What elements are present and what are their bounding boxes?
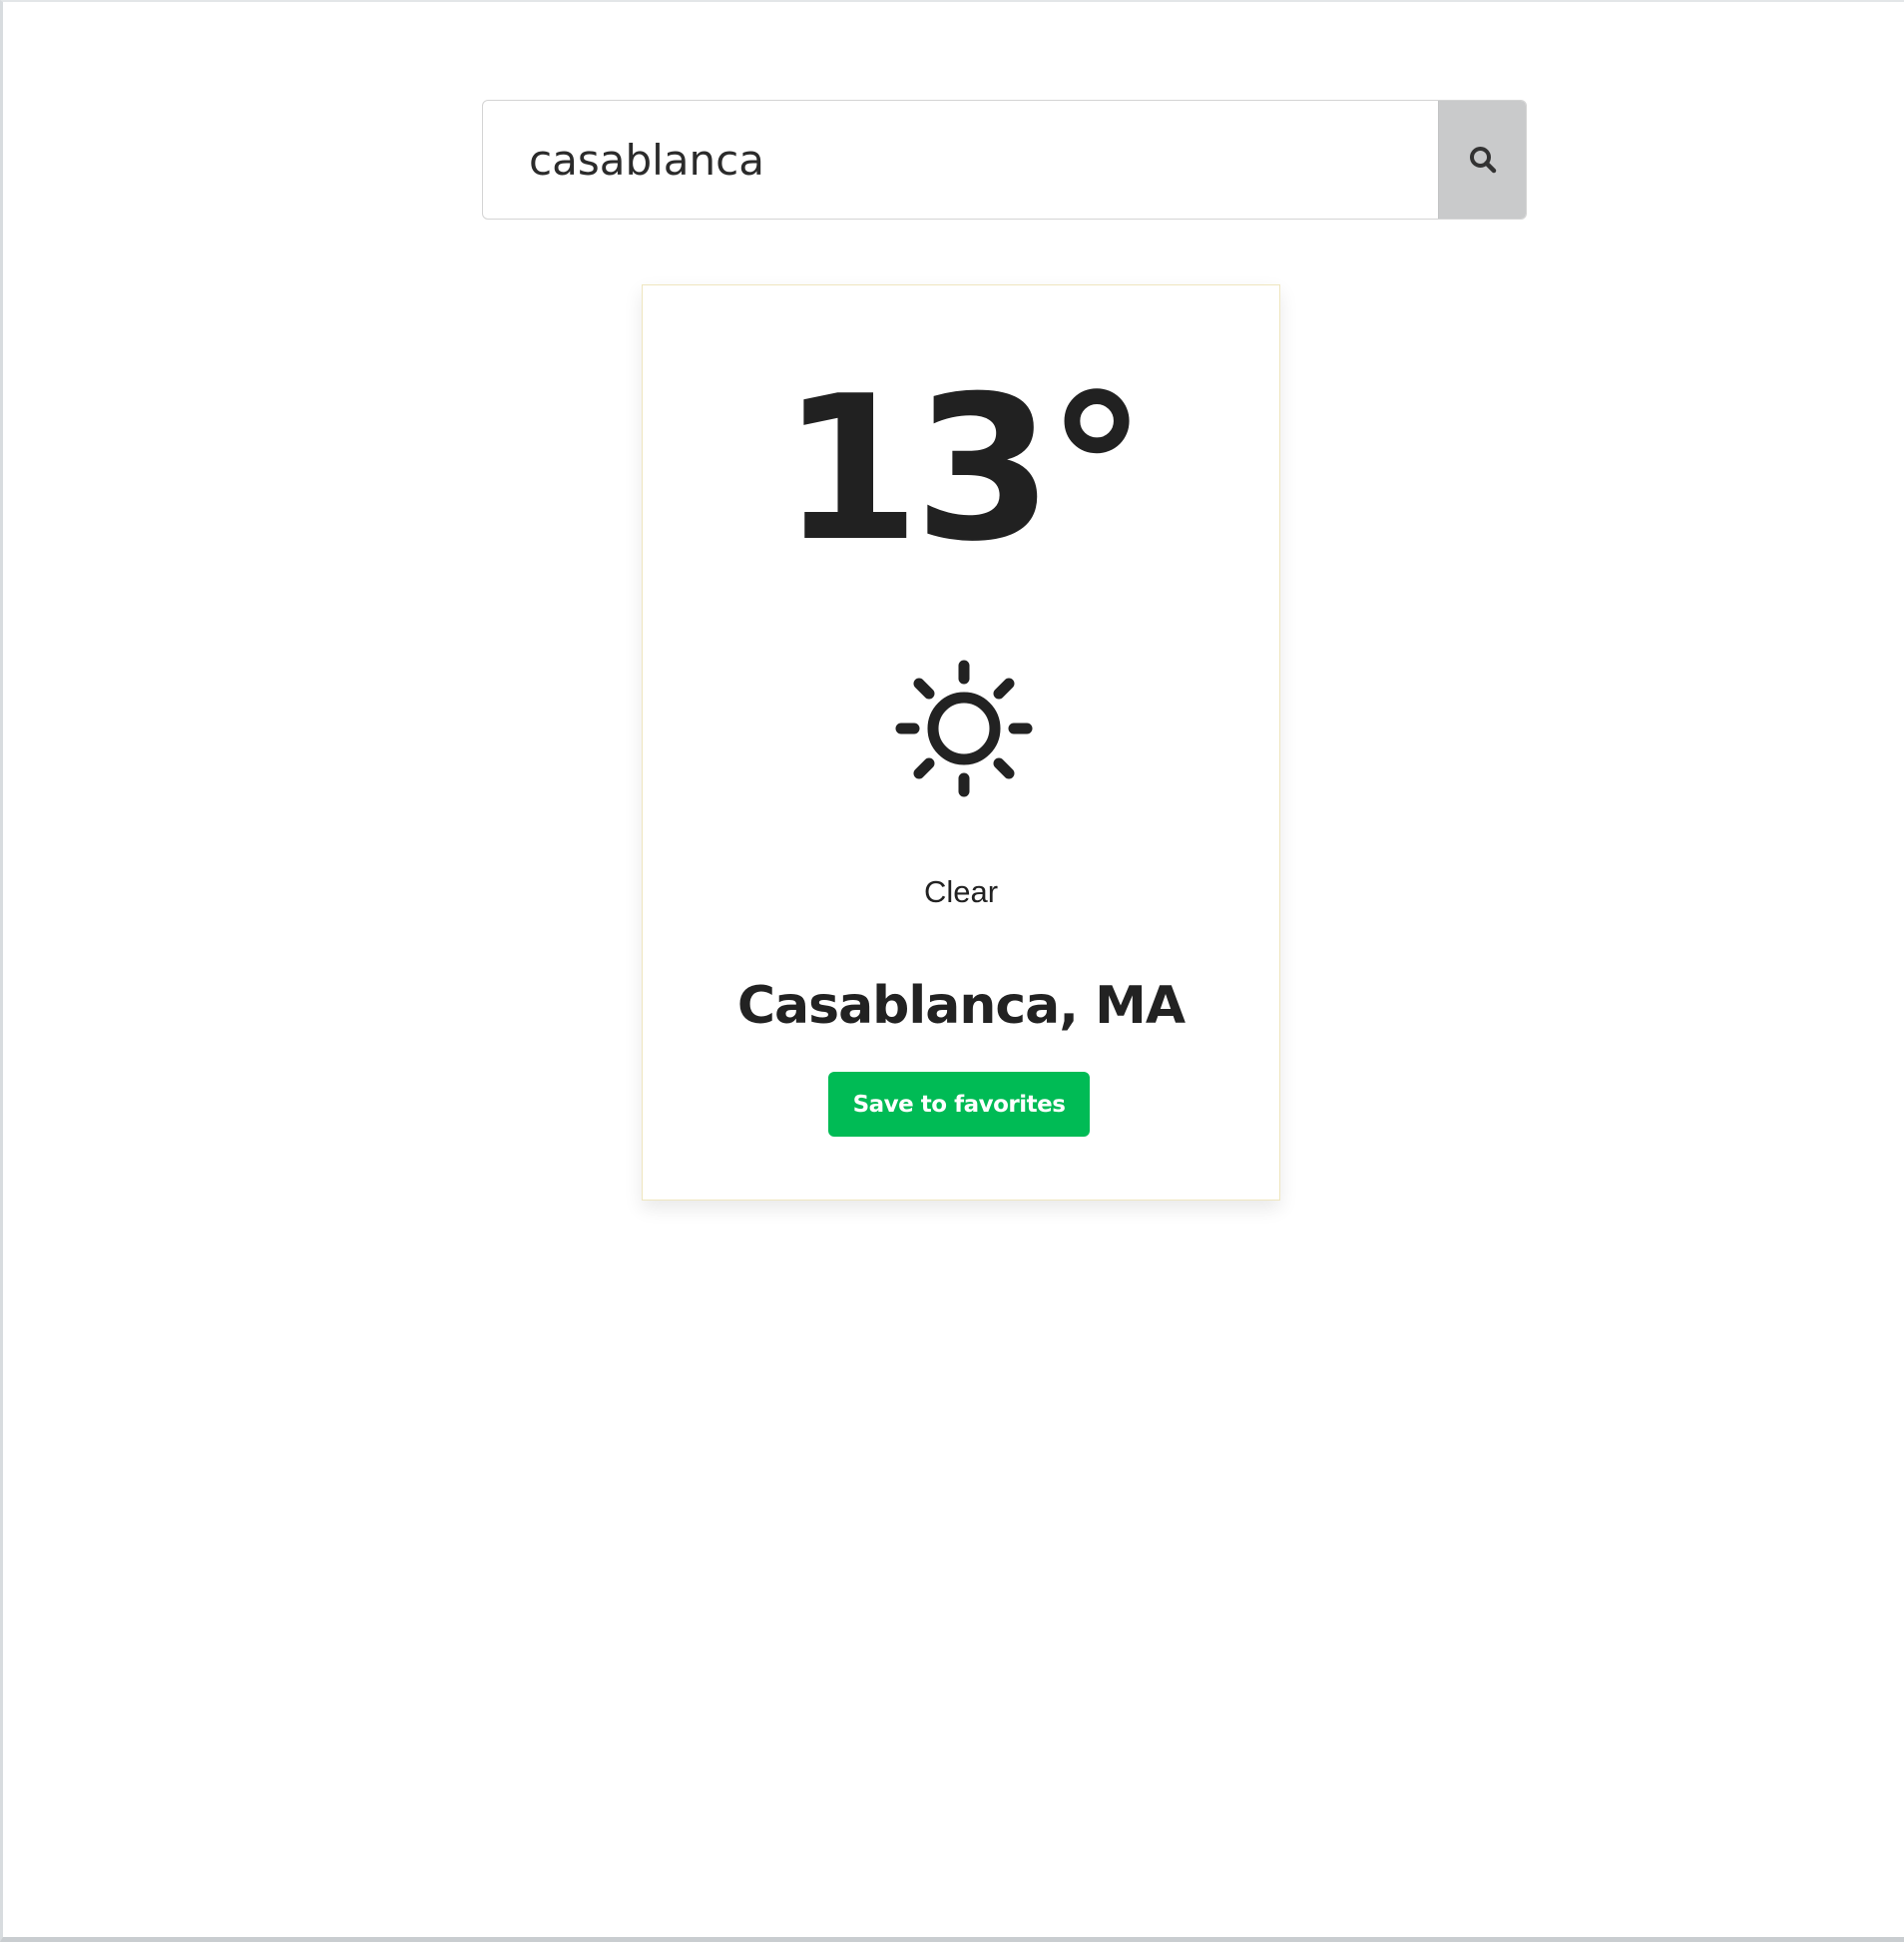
search-icon	[1469, 147, 1496, 174]
search-button[interactable]	[1438, 101, 1526, 219]
page: { "search": { "value": "casablanca", "ic…	[0, 0, 1904, 1942]
search-input[interactable]	[483, 101, 1439, 219]
search-bar	[482, 100, 1527, 220]
sun-icon	[895, 660, 1033, 797]
location-name: Casablanca, MA	[736, 976, 1186, 1036]
save-to-favorites-button[interactable]: Save to favorites	[828, 1072, 1090, 1137]
temperature: 13°	[780, 353, 1147, 586]
condition-text: Clear	[923, 874, 999, 909]
weather-card: 13° Clear Casablanca, MA Save to favorit…	[642, 284, 1280, 1201]
